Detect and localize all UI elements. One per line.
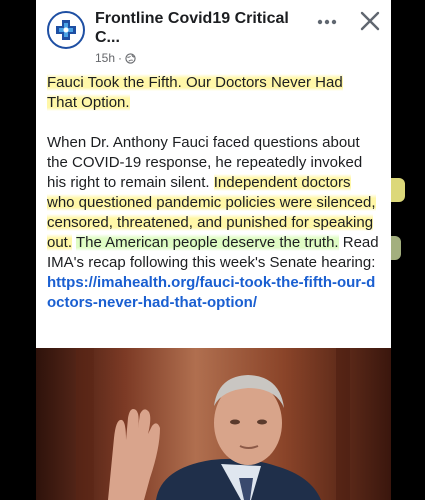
close-button[interactable] (358, 9, 382, 33)
page-avatar[interactable] (47, 11, 85, 49)
more-options-button[interactable] (314, 11, 340, 31)
post-photo[interactable] (36, 348, 391, 500)
post-meta: 15h · (95, 51, 136, 65)
person-photo-image (36, 348, 391, 500)
post-time[interactable]: 15h (95, 51, 115, 65)
headline-line-1: Fauci Took the Fifth. Our Doctors Never … (47, 74, 343, 91)
page-name-line-2: C... (95, 29, 120, 46)
body-highlight-green: The American people deserve the truth. (75, 234, 339, 251)
headline-line-2: That Option. (47, 94, 130, 111)
globe-icon (125, 52, 136, 64)
post-text: Fauci Took the Fifth. Our Doctors Never … (47, 73, 382, 333)
post-header: Frontline Covid19 Critical C... 15h · (36, 0, 391, 68)
close-icon (360, 11, 380, 31)
highlight-overflow-mark (391, 178, 405, 202)
post-headline: Fauci Took the Fifth. Our Doctors Never … (47, 73, 382, 113)
article-link[interactable]: https://imahealth.org/fauci-took-the-fif… (47, 274, 375, 311)
medical-cross-icon (52, 16, 80, 44)
post-paragraph: When Dr. Anthony Fauci faced questions a… (47, 133, 382, 313)
page-name-line-1: Frontline Covid19 Critical (95, 10, 289, 27)
highlight-overflow-mark-green (391, 236, 401, 260)
post-card: Frontline Covid19 Critical C... 15h · Fa… (36, 0, 391, 500)
page-name[interactable]: Frontline Covid19 Critical C... (95, 9, 295, 47)
meta-separator: · (118, 51, 123, 65)
more-icon (317, 19, 337, 25)
